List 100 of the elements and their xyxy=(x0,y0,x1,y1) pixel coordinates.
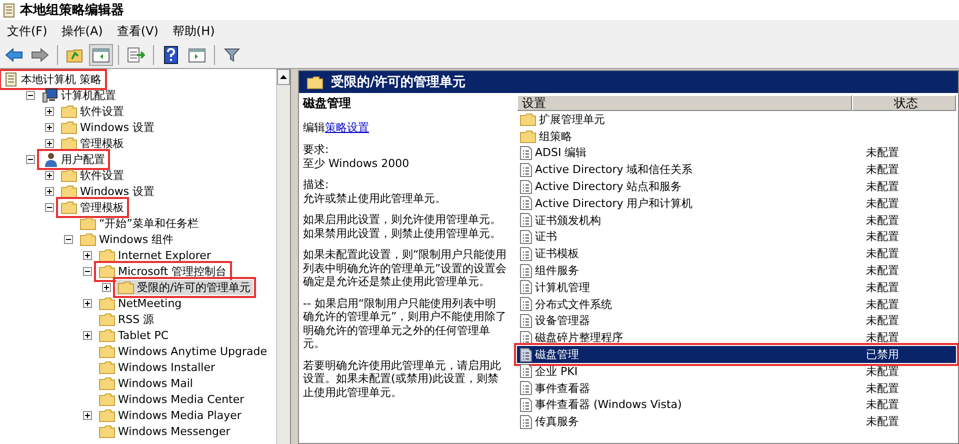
expand-toggle[interactable] xyxy=(83,410,92,420)
menu-item[interactable]: 操作(A) xyxy=(56,22,108,40)
collapse-toggle[interactable] xyxy=(26,154,35,164)
setting-name: 企业 PKI xyxy=(535,364,578,379)
policy-document-icon xyxy=(520,297,532,312)
folder-icon xyxy=(520,130,536,143)
column-header[interactable]: 设置 xyxy=(517,95,852,111)
tree-item[interactable]: Windows 设置 xyxy=(59,120,157,134)
tree-item[interactable]: NetMeeting xyxy=(97,296,184,310)
setting-name: 证书颁发机构 xyxy=(535,212,601,228)
tree-item[interactable]: Tablet PC xyxy=(97,328,171,342)
setting-row[interactable]: 证书模板 未配置 xyxy=(517,245,956,262)
folder-icon xyxy=(61,120,77,134)
folder-icon xyxy=(99,408,115,422)
tree-toggle-button[interactable] xyxy=(89,44,113,66)
policy-document-icon xyxy=(520,364,532,378)
setting-row[interactable]: 设备管理器 未配置 xyxy=(517,312,956,330)
tree-item[interactable]: 受限的/许可的管理单元 xyxy=(116,280,253,294)
setting-row[interactable]: 事件查看器 (Windows Vista) 未配置 xyxy=(517,396,956,414)
setting-row[interactable]: Active Directory 用户和计算机 未配置 xyxy=(517,194,956,212)
setting-name: 磁盘管理 xyxy=(535,347,579,362)
expand-toggle[interactable] xyxy=(45,106,54,116)
tree-item[interactable]: Windows Media Center xyxy=(97,392,246,406)
menu-item[interactable]: 文件(F) xyxy=(2,22,52,40)
folder-icon xyxy=(99,360,115,374)
collapse-toggle[interactable] xyxy=(26,90,35,100)
tree-item[interactable]: 管理模板 xyxy=(59,200,126,214)
description-text: 如果未配置此设置，则“限制用户只能使用列表中明确允许的管理单元”设置的设置会确定是允许还是禁止使用此管理单元。 xyxy=(303,248,507,288)
folder-icon xyxy=(99,376,115,390)
setting-row[interactable]: Active Directory 域和信任关系 未配置 xyxy=(517,161,956,178)
setting-row[interactable]: 事件查看器 未配置 xyxy=(517,380,956,397)
expand-toggle[interactable] xyxy=(45,122,54,132)
tree-item[interactable]: Internet Explorer xyxy=(97,248,213,262)
tree-item[interactable]: Windows 设置 xyxy=(59,184,157,198)
policy-settings-link[interactable]: 策略设置 xyxy=(325,120,369,135)
menu-item[interactable]: 查看(V) xyxy=(112,22,164,40)
expand-toggle[interactable] xyxy=(83,298,92,308)
expand-toggle[interactable] xyxy=(83,330,92,340)
tree-item[interactable]: Windows 组件 xyxy=(78,232,176,246)
tree-item[interactable]: Windows Mail xyxy=(97,376,195,390)
setting-status: 未配置 xyxy=(866,163,899,176)
tree-item[interactable]: 管理模板 xyxy=(59,136,126,150)
setting-name: 磁盘碎片整理程序 xyxy=(535,330,623,346)
expand-toggle[interactable] xyxy=(45,170,54,180)
setting-row[interactable]: Active Directory 站点和服务 未配置 xyxy=(517,178,956,195)
tree-item[interactable]: 本地计算机 策略 xyxy=(2,72,104,86)
tree-item[interactable]: Microsoft 管理控制台 xyxy=(97,264,229,278)
setting-row[interactable]: 传真服务 未配置 xyxy=(517,413,956,430)
tree-item[interactable]: Windows Anytime Upgrade xyxy=(97,344,269,358)
setting-row[interactable]: ADSI 编辑 未配置 xyxy=(517,144,956,162)
computer-icon xyxy=(42,88,58,102)
setting-row[interactable]: 组策略 xyxy=(517,128,956,145)
folder-icon xyxy=(61,136,77,150)
collapse-toggle[interactable] xyxy=(45,202,54,212)
tree-item[interactable]: 软件设置 xyxy=(59,104,126,118)
edit-label: 编辑 xyxy=(303,120,325,135)
setting-row[interactable]: 证书颁发机构 未配置 xyxy=(517,212,956,229)
tree-item[interactable]: Windows Media Player xyxy=(97,408,244,422)
description-text: 描述: 允许或禁止使用此管理单元。 xyxy=(303,178,447,205)
tree-item[interactable]: 用户配置 xyxy=(40,152,107,166)
up-arrow-icon[interactable] xyxy=(280,75,287,79)
tree-item[interactable]: 软件设置 xyxy=(59,168,126,182)
tree-item[interactable]: Windows Installer xyxy=(97,360,218,374)
expand-toggle[interactable] xyxy=(45,186,54,196)
setting-name: 设备管理器 xyxy=(535,313,590,328)
expand-toggle[interactable] xyxy=(83,250,92,260)
collapse-toggle[interactable] xyxy=(64,234,73,244)
setting-status: 未配置 xyxy=(866,331,899,344)
pane-title: 受限的/许可的管理单元 xyxy=(331,74,466,91)
setting-name: 扩展管理单元 xyxy=(539,112,605,127)
policy-document-icon xyxy=(520,280,532,294)
setting-row[interactable]: 磁盘管理 已禁用 xyxy=(517,346,956,363)
setting-row[interactable]: 企业 PKI 未配置 xyxy=(517,362,956,380)
setting-row[interactable]: 分布式文件系统 未配置 xyxy=(517,296,956,313)
collapse-toggle[interactable] xyxy=(83,266,92,276)
policy-document-icon xyxy=(520,246,532,261)
setting-row[interactable]: 磁盘碎片整理程序 未配置 xyxy=(517,329,956,346)
tree-item[interactable]: Windows Messenger xyxy=(97,424,232,438)
setting-name: 事件查看器 (Windows Vista) xyxy=(535,397,682,412)
expand-toggle[interactable] xyxy=(45,138,54,148)
tree-item[interactable]: RSS 源 xyxy=(97,312,156,326)
setting-row[interactable]: 证书 未配置 xyxy=(517,228,956,246)
expand-toggle[interactable] xyxy=(102,282,111,292)
setting-row[interactable]: 扩展管理单元 xyxy=(517,111,956,128)
setting-name: Active Directory 站点和服务 xyxy=(535,179,682,194)
setting-status: 未配置 xyxy=(866,247,899,260)
column-header[interactable]: 状态 xyxy=(852,95,956,111)
setting-row[interactable]: 组件服务 未配置 xyxy=(517,262,956,279)
setting-status: 未配置 xyxy=(866,196,899,210)
setting-name: ADSI 编辑 xyxy=(535,145,587,160)
menu-item[interactable]: 帮助(H) xyxy=(167,22,220,40)
policy-document-icon xyxy=(520,414,532,429)
tree-item[interactable]: “开始”菜单和任务栏 xyxy=(78,216,200,230)
scrollbar[interactable] xyxy=(276,69,290,444)
setting-status: 未配置 xyxy=(866,214,899,227)
setting-name: 计算机管理 xyxy=(535,280,590,295)
setting-status: 已禁用 xyxy=(866,348,899,362)
setting-row[interactable]: 计算机管理 未配置 xyxy=(517,278,956,296)
tree-item[interactable]: 计算机配置 xyxy=(40,88,118,102)
setting-name: 传真服务 xyxy=(535,414,579,430)
